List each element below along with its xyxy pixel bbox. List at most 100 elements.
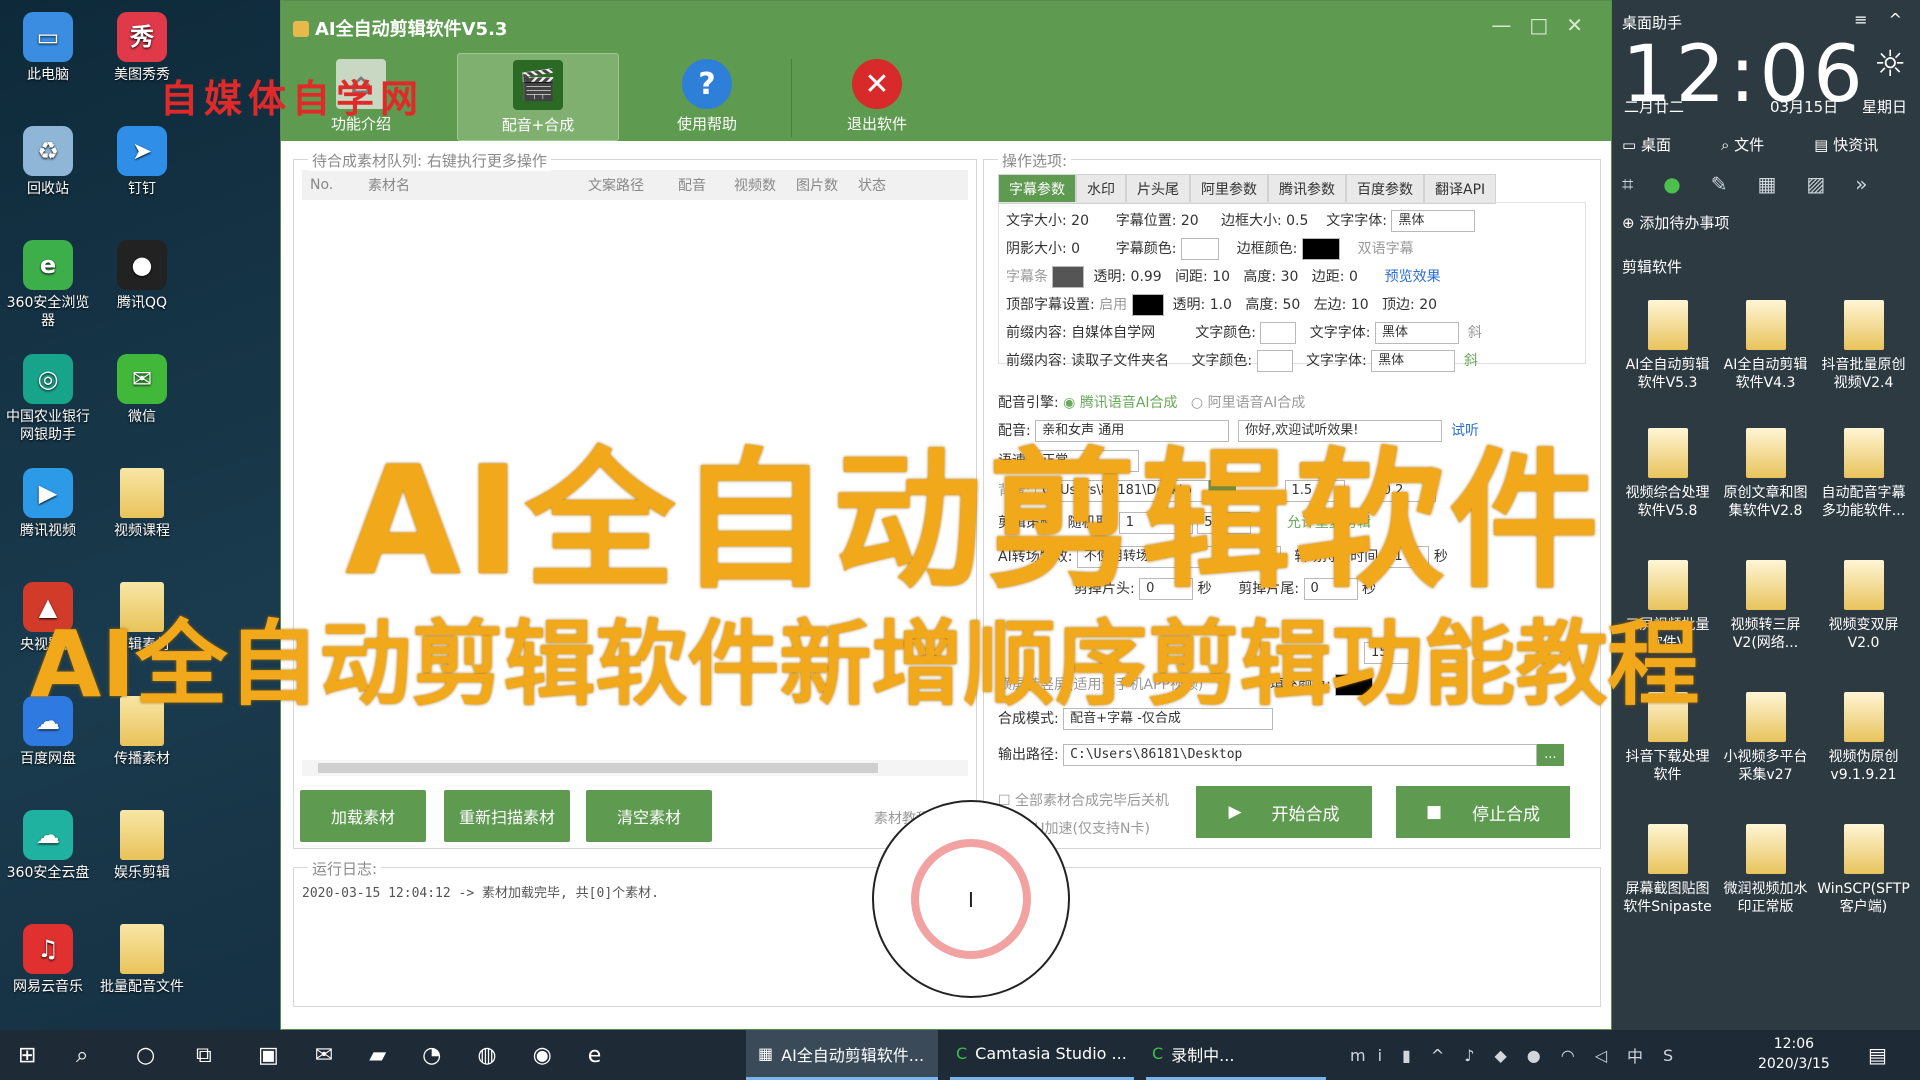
globe-icon[interactable]: ◍ <box>477 1043 524 1068</box>
nav-desktop[interactable]: ▭ 桌面 <box>1622 134 1671 155</box>
more-icon[interactable]: » <box>1855 172 1897 196</box>
sub-bar-color[interactable] <box>1052 266 1085 288</box>
output-path-input[interactable]: C:\Users\86181\Desktop <box>1063 744 1538 766</box>
col-dub[interactable]: 配音 <box>678 175 734 195</box>
shield-icon[interactable]: ◆ <box>1494 1046 1518 1065</box>
col-images[interactable]: 图片数 <box>796 175 858 195</box>
sidebar-app[interactable]: 视频变双屏V2.0 <box>1816 560 1911 652</box>
rescan-material-button[interactable]: 重新扫描素材 <box>444 790 570 842</box>
volume-icon[interactable]: ◁ <box>1595 1046 1619 1065</box>
help-button[interactable]: ? 使用帮助 <box>627 53 787 139</box>
col-name[interactable]: 素材名 <box>360 175 588 195</box>
top-opacity-value[interactable]: 1.0 <box>1210 297 1232 313</box>
col-status[interactable]: 状态 <box>858 175 918 195</box>
border-color-picker[interactable] <box>1301 238 1340 260</box>
border-size-value[interactable]: 0.5 <box>1286 213 1308 229</box>
battery-icon[interactable]: ▮ <box>1402 1046 1423 1065</box>
desktop-icon-qq[interactable]: ● 腾讯QQ <box>96 236 188 312</box>
desktop-icon-computer[interactable]: ▭ 此电脑 <box>2 8 94 84</box>
sidebar-app[interactable]: 原创文章和图集软件V2.8 <box>1718 428 1813 520</box>
col-videos[interactable]: 视频数 <box>734 175 796 195</box>
sidebar-app[interactable]: 小视频多平台采集v27 <box>1718 692 1813 784</box>
top-enable-checkbox[interactable]: 启用 <box>1099 297 1127 313</box>
margin-value[interactable]: 0 <box>1349 269 1358 285</box>
wifi-icon[interactable]: ◠ <box>1561 1046 1587 1065</box>
tab-intro-outro[interactable]: 片头尾 <box>1126 174 1190 204</box>
sidebar-app[interactable]: AI全自动剪辑软件V4.3 <box>1718 300 1813 392</box>
qq-tray-icon[interactable]: ● <box>1527 1046 1553 1065</box>
gap-value[interactable]: 10 <box>1212 269 1230 285</box>
font-select[interactable]: 黑体 <box>1391 210 1476 232</box>
eye-icon[interactable]: ● <box>1663 172 1710 196</box>
nav-news[interactable]: ▤ 快资讯 <box>1814 134 1878 155</box>
note-icon[interactable]: ✎ <box>1711 172 1758 196</box>
desktop-icon-batch-dub[interactable]: 批量配音文件 <box>96 920 188 996</box>
start-compose-button[interactable]: ▶ 开始合成 <box>1196 786 1372 838</box>
tray-mi-icon[interactable]: mi <box>1350 1046 1394 1065</box>
image-icon[interactable]: ▨ <box>1806 172 1855 196</box>
top-margin-value[interactable]: 20 <box>1419 297 1437 313</box>
load-material-button[interactable]: 加载素材 <box>300 790 426 842</box>
desktop-icon-tencent-video[interactable]: ▶ 腾讯视频 <box>2 464 94 540</box>
dub-compose-button[interactable]: 🎬 配音+合成 <box>457 53 619 141</box>
desktop-icon-360-cloud[interactable]: ☁ 360安全云盘 <box>2 806 94 882</box>
prefix2-color[interactable] <box>1256 350 1293 372</box>
prefix1-value[interactable]: 自媒体自学网 <box>1071 325 1155 341</box>
tab-baidu[interactable]: 百度参数 <box>1346 174 1424 204</box>
tab-ali[interactable]: 阿里参数 <box>1190 174 1268 204</box>
prefix2-italic-checkbox[interactable]: 斜 <box>1464 353 1478 369</box>
sidebar-app[interactable]: AI全自动剪辑软件V5.3 <box>1620 300 1715 392</box>
ie-icon[interactable]: e <box>588 1043 630 1068</box>
sidebar-menu-icon[interactable]: ≡ ^ <box>1854 10 1910 29</box>
sidebar-app[interactable]: 屏幕截图贴图软件Snipaste <box>1620 824 1715 916</box>
shadow-value[interactable]: 0 <box>1071 241 1080 257</box>
desktop-icon-360browser[interactable]: e 360安全浏览器 <box>2 236 94 330</box>
chrome-icon[interactable]: ◉ <box>533 1043 580 1068</box>
prefix2-font[interactable]: 黑体 <box>1371 350 1456 372</box>
store-icon[interactable]: ▣ <box>258 1043 307 1068</box>
queue-scrollbar[interactable] <box>302 760 968 776</box>
col-no[interactable]: No. <box>302 177 360 193</box>
chevron-up-icon[interactable]: ^ <box>1431 1046 1456 1065</box>
opacity-value[interactable]: 0.99 <box>1131 269 1162 285</box>
mail-icon[interactable]: ✉ <box>315 1043 361 1068</box>
desktop-icon-bank[interactable]: ◎ 中国农业银行网银助手 <box>2 350 94 444</box>
calculator-icon[interactable]: ▦ <box>1757 172 1806 196</box>
ime-icon[interactable]: 中 <box>1627 1043 1655 1067</box>
sub-bar-checkbox[interactable]: 字幕条 <box>1006 269 1048 285</box>
taskbar-app-recording[interactable]: C 录制中... <box>1146 1030 1326 1080</box>
clear-material-button[interactable]: 清空素材 <box>586 790 712 842</box>
shutdown-checkbox[interactable]: ☐ 全部素材合成完毕后关机 <box>998 790 1169 810</box>
height-value[interactable]: 30 <box>1281 269 1299 285</box>
sidebar-app[interactable]: 自动配音字幕多功能软件... <box>1816 428 1911 520</box>
taskbar-app-ai-editor[interactable]: ▦ AI全自动剪辑软件... <box>746 1030 938 1080</box>
sidebar-app[interactable]: 抖音批量原创视频V2.4 <box>1816 300 1911 392</box>
left-margin-value[interactable]: 10 <box>1351 297 1369 313</box>
sub-pos-value[interactable]: 20 <box>1181 213 1199 229</box>
prefix2-value[interactable]: 读取子文件夹名 <box>1071 353 1169 369</box>
sidebar-app[interactable]: 视频转三屏V2(网络... <box>1718 560 1813 652</box>
tab-tencent[interactable]: 腾讯参数 <box>1268 174 1346 204</box>
start-button[interactable]: ⊞ <box>18 1030 36 1080</box>
task-view-button[interactable]: ⧉ <box>196 1030 212 1080</box>
output-browse-button[interactable]: ... <box>1537 744 1564 766</box>
col-script-path[interactable]: 文案路径 <box>588 175 678 195</box>
cortana-button[interactable]: ○ <box>136 1030 155 1080</box>
desktop-icon-recycle[interactable]: ♻ 回收站 <box>2 122 94 198</box>
taskbar-clock[interactable]: 12:06 2020/3/15 <box>1758 1034 1830 1074</box>
sidebar-app[interactable]: WinSCP(SFTP客户端) <box>1816 824 1911 916</box>
sub-color-picker[interactable] <box>1180 238 1219 260</box>
mic-icon[interactable]: ♪ <box>1464 1046 1486 1065</box>
tab-translate[interactable]: 翻译API <box>1424 174 1497 204</box>
exit-button[interactable]: ✕ 退出软件 <box>797 53 957 139</box>
search-button[interactable]: ⌕ <box>76 1030 88 1080</box>
browser-icon[interactable]: ◔ <box>422 1043 469 1068</box>
sogou-icon[interactable]: S <box>1663 1046 1685 1065</box>
sidebar-app[interactable]: 微润视频加水印正常版 <box>1718 824 1813 916</box>
minimize-icon[interactable]: — <box>1491 13 1529 37</box>
desktop-icon-wechat[interactable]: ✉ 微信 <box>96 350 188 426</box>
scrollbar-thumb[interactable] <box>318 763 878 773</box>
close-icon[interactable]: ✕ <box>1566 13 1601 37</box>
prefix1-color[interactable] <box>1260 322 1297 344</box>
stop-compose-button[interactable]: ■ 停止合成 <box>1396 786 1570 838</box>
